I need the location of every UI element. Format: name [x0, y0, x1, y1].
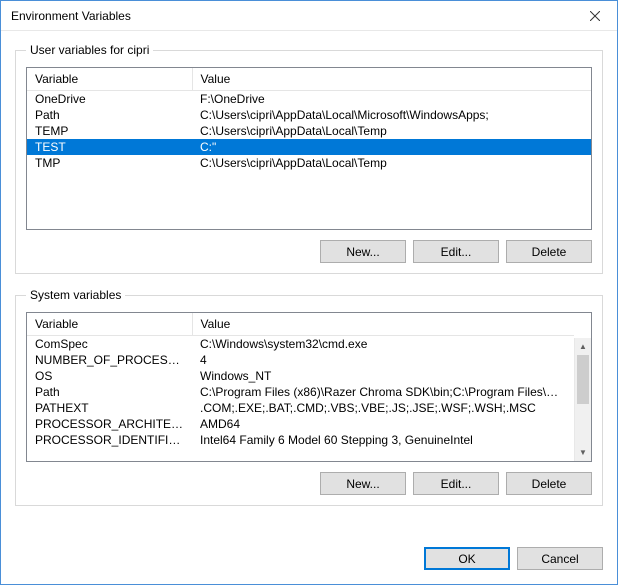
scroll-track[interactable] — [575, 355, 591, 444]
scroll-thumb[interactable] — [577, 355, 589, 404]
system-variables-table[interactable]: Variable Value ComSpecC:\Windows\system3… — [27, 313, 574, 448]
cell-value: Intel64 Family 6 Model 60 Stepping 3, Ge… — [192, 432, 574, 448]
cell-variable: PROCESSOR_ARCHITECTURE — [27, 416, 192, 432]
cell-variable: Path — [27, 384, 192, 400]
system-button-row: New... Edit... Delete — [26, 472, 592, 495]
window-title: Environment Variables — [11, 9, 572, 23]
user-new-button[interactable]: New... — [320, 240, 406, 263]
dialog-content: User variables for cipri Variable Value … — [1, 31, 617, 547]
system-edit-button[interactable]: Edit... — [413, 472, 499, 495]
table-row[interactable]: PROCESSOR_ARCHITECTUREAMD64 — [27, 416, 574, 432]
system-col-variable[interactable]: Variable — [27, 313, 192, 336]
system-variables-group: System variables Variable Value ComSpecC… — [15, 288, 603, 506]
table-row[interactable]: PathC:\Users\cipri\AppData\Local\Microso… — [27, 107, 591, 123]
system-variables-table-wrap: Variable Value ComSpecC:\Windows\system3… — [26, 312, 592, 462]
close-icon — [590, 11, 600, 21]
table-row[interactable]: PATHEXT.COM;.EXE;.BAT;.CMD;.VBS;.VBE;.JS… — [27, 400, 574, 416]
cell-value: 4 — [192, 352, 574, 368]
table-row[interactable]: TEMPC:\Users\cipri\AppData\Local\Temp — [27, 123, 591, 139]
cell-variable: TMP — [27, 155, 192, 171]
dialog-footer: OK Cancel — [1, 547, 617, 584]
cell-value: C:\Users\cipri\AppData\Local\Temp — [192, 123, 591, 139]
cell-variable: OS — [27, 368, 192, 384]
table-row[interactable]: TESTC:" — [27, 139, 591, 155]
system-new-button[interactable]: New... — [320, 472, 406, 495]
table-row[interactable]: OSWindows_NT — [27, 368, 574, 384]
table-row[interactable]: ComSpecC:\Windows\system32\cmd.exe — [27, 336, 574, 353]
user-button-row: New... Edit... Delete — [26, 240, 592, 263]
user-edit-button[interactable]: Edit... — [413, 240, 499, 263]
system-delete-button[interactable]: Delete — [506, 472, 592, 495]
system-col-value[interactable]: Value — [192, 313, 574, 336]
user-group-legend: User variables for cipri — [26, 43, 153, 57]
cell-variable: Path — [27, 107, 192, 123]
user-delete-button[interactable]: Delete — [506, 240, 592, 263]
cell-value: .COM;.EXE;.BAT;.CMD;.VBS;.VBE;.JS;.JSE;.… — [192, 400, 574, 416]
cell-value: C:\Windows\system32\cmd.exe — [192, 336, 574, 353]
ok-button[interactable]: OK — [424, 547, 510, 570]
scroll-down-icon[interactable]: ▼ — [575, 444, 591, 461]
cell-value: C:" — [192, 139, 591, 155]
user-col-variable[interactable]: Variable — [27, 68, 192, 91]
cell-variable: TEST — [27, 139, 192, 155]
user-variables-table[interactable]: Variable Value OneDriveF:\OneDrivePathC:… — [27, 68, 591, 171]
table-row[interactable]: PROCESSOR_IDENTIFIERIntel64 Family 6 Mod… — [27, 432, 574, 448]
system-scrollbar[interactable]: ▲ ▼ — [574, 338, 591, 461]
close-button[interactable] — [572, 1, 617, 31]
cell-value: C:\Users\cipri\AppData\Local\Microsoft\W… — [192, 107, 591, 123]
table-row[interactable]: TMPC:\Users\cipri\AppData\Local\Temp — [27, 155, 591, 171]
cell-value: C:\Program Files (x86)\Razer Chroma SDK\… — [192, 384, 574, 400]
table-row[interactable]: OneDriveF:\OneDrive — [27, 91, 591, 108]
system-group-legend: System variables — [26, 288, 125, 302]
table-row[interactable]: NUMBER_OF_PROCESSORS4 — [27, 352, 574, 368]
user-variables-group: User variables for cipri Variable Value … — [15, 43, 603, 274]
cell-value: Windows_NT — [192, 368, 574, 384]
cell-variable: ComSpec — [27, 336, 192, 353]
cell-variable: OneDrive — [27, 91, 192, 108]
cell-value: F:\OneDrive — [192, 91, 591, 108]
cell-variable: TEMP — [27, 123, 192, 139]
scroll-up-icon[interactable]: ▲ — [575, 338, 591, 355]
titlebar: Environment Variables — [1, 1, 617, 31]
cell-variable: PROCESSOR_IDENTIFIER — [27, 432, 192, 448]
cell-value: C:\Users\cipri\AppData\Local\Temp — [192, 155, 591, 171]
user-variables-table-wrap: Variable Value OneDriveF:\OneDrivePathC:… — [26, 67, 592, 230]
cancel-button[interactable]: Cancel — [517, 547, 603, 570]
cell-value: AMD64 — [192, 416, 574, 432]
cell-variable: PATHEXT — [27, 400, 192, 416]
cell-variable: NUMBER_OF_PROCESSORS — [27, 352, 192, 368]
table-row[interactable]: PathC:\Program Files (x86)\Razer Chroma … — [27, 384, 574, 400]
user-col-value[interactable]: Value — [192, 68, 591, 91]
